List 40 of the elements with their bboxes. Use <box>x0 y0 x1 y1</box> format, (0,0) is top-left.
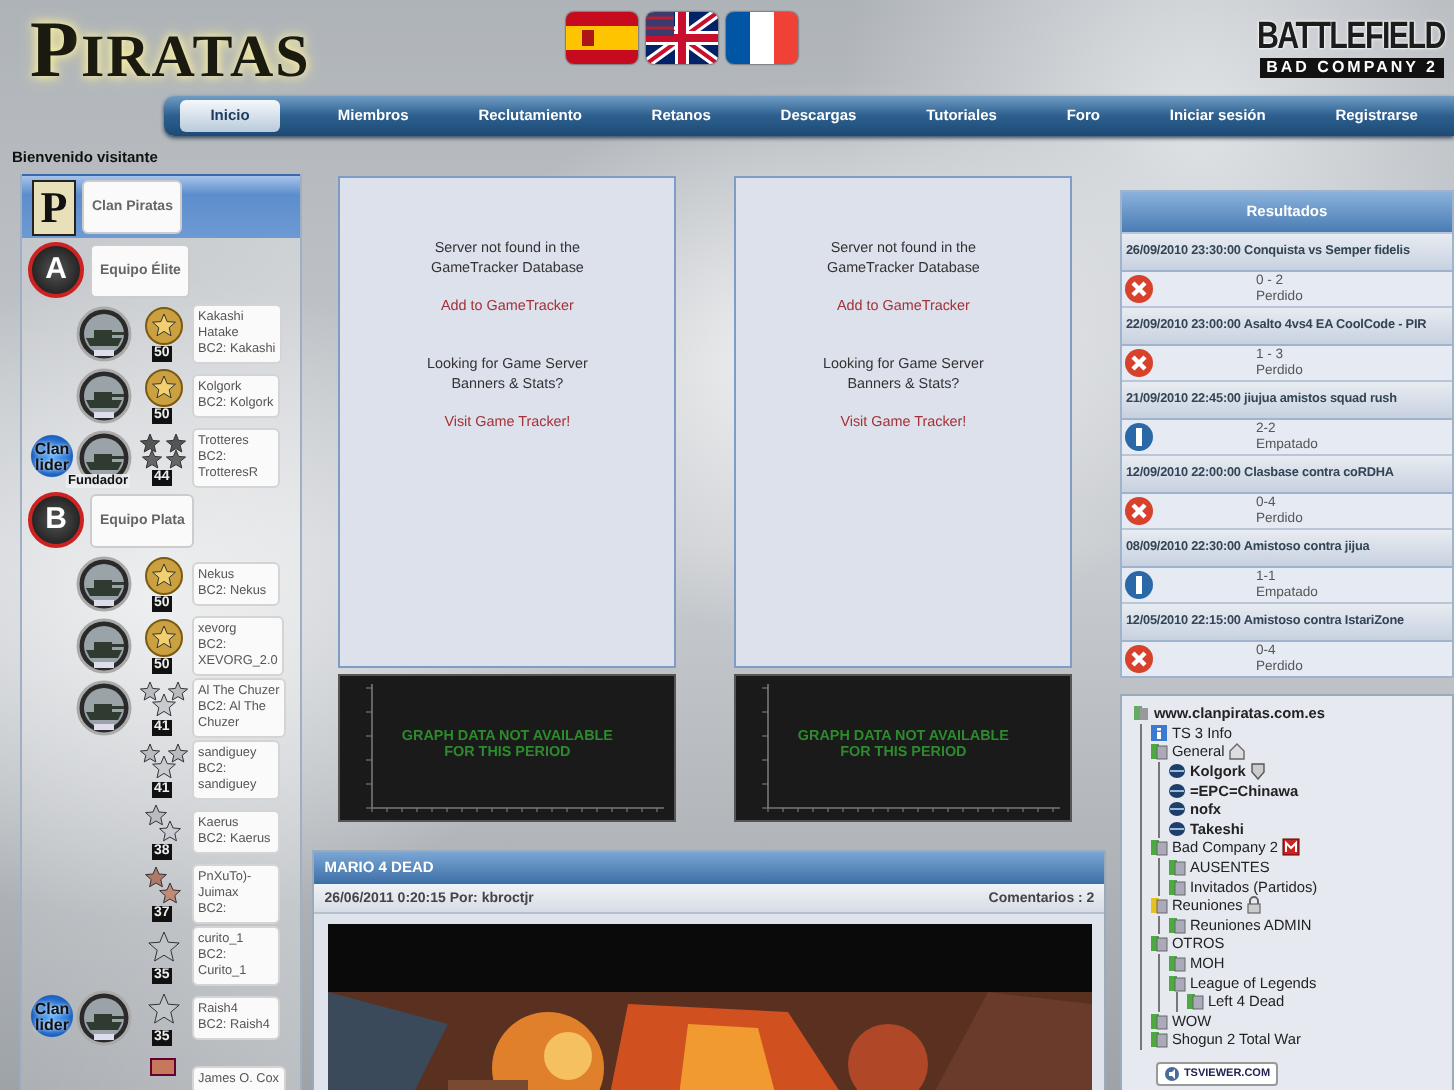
game-title: BATTLEFIELD <box>1256 18 1444 58</box>
rank-insignia-icon <box>150 1057 176 1075</box>
channel-icon <box>1167 954 1186 973</box>
channel-icon <box>1167 973 1186 992</box>
channel-icon <box>1149 896 1168 915</box>
channel-icon <box>1149 1030 1168 1049</box>
server-icon <box>1131 704 1150 723</box>
flag-icon[interactable] <box>726 12 799 64</box>
user-icon <box>1167 800 1186 819</box>
lock-icon <box>1246 896 1263 915</box>
channel-icon <box>1149 838 1168 857</box>
channel-icon <box>1149 1011 1168 1030</box>
home-icon <box>1228 742 1247 761</box>
channel-icon <box>1167 858 1186 877</box>
rank-insignia-icon <box>136 677 192 721</box>
game-subtitle: BAD COMPANY 2 <box>1260 58 1444 78</box>
cross-icon <box>1123 496 1154 526</box>
info-icon <box>1149 723 1168 742</box>
flag-icon[interactable] <box>646 12 719 64</box>
channel-icon <box>1167 877 1186 896</box>
clan-logo: P <box>32 179 76 235</box>
user-icon <box>1167 762 1186 781</box>
user-icon <box>1167 819 1186 838</box>
user-icon <box>1167 781 1186 800</box>
rank-insignia-icon <box>136 739 192 783</box>
channel-icon <box>1149 742 1168 761</box>
site-logo: PIRATAS <box>30 16 311 92</box>
speaker-icon <box>1163 1065 1180 1082</box>
cross-icon <box>1123 348 1154 378</box>
shield-icon <box>1249 762 1266 781</box>
moderated-icon <box>1281 838 1300 857</box>
cross-icon <box>1123 644 1154 674</box>
channel-icon <box>1167 915 1186 934</box>
draw-icon <box>1123 570 1154 600</box>
channel-icon <box>1185 992 1204 1011</box>
draw-icon <box>1123 422 1154 452</box>
channel-icon <box>1149 934 1168 953</box>
team-badge: B <box>28 492 84 548</box>
cross-icon <box>1123 274 1154 304</box>
team-badge: A <box>28 242 84 298</box>
